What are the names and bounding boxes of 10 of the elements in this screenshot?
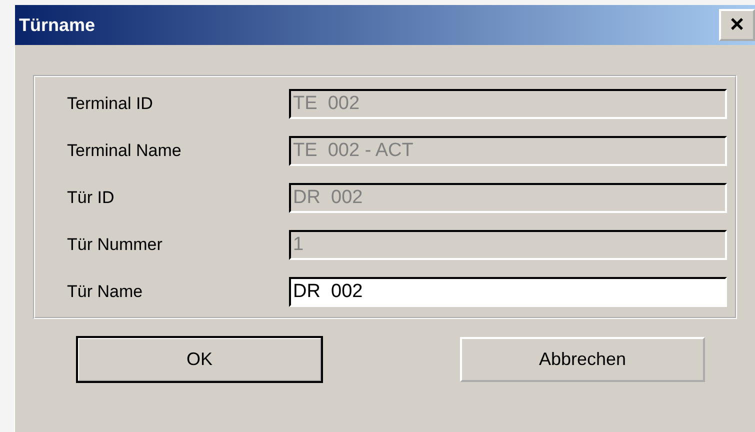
field-label: Terminal Name <box>67 141 182 161</box>
input-field[interactable]: DR 002 <box>289 277 727 307</box>
ok-button[interactable]: OK <box>77 337 322 382</box>
field-label: Tür ID <box>67 188 116 208</box>
field-label: Tür Name <box>67 282 144 302</box>
close-button[interactable]: × <box>719 9 755 41</box>
field-label: Terminal ID <box>67 94 154 114</box>
window-title: Türname <box>19 14 96 36</box>
field-label: Tür Nummer <box>67 235 164 255</box>
cancel-button[interactable]: Abbrechen <box>460 337 705 382</box>
